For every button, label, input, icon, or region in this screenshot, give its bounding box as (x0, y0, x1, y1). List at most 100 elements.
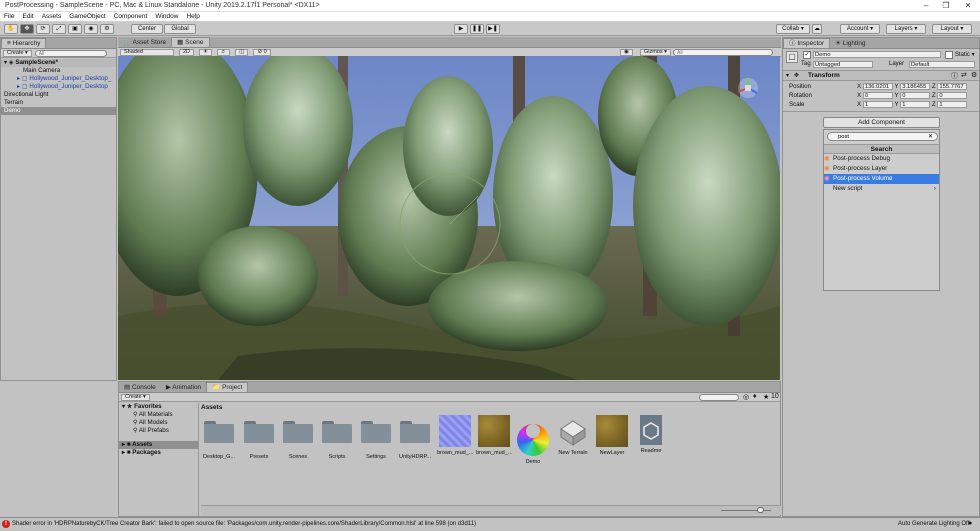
hierarchy-item-main-camera[interactable]: Main Camera (1, 67, 116, 75)
menu-help[interactable]: Help (182, 12, 203, 20)
asset-item[interactable]: Demo (515, 415, 551, 465)
transform-tool-icon[interactable]: ◉ (84, 24, 98, 34)
layer-dropdown[interactable]: Default (909, 61, 975, 68)
menu-edit[interactable]: Edit (18, 12, 37, 20)
expand-arrow-icon[interactable]: ▾ (786, 72, 789, 79)
hierarchy-create-button[interactable]: Create ▾ (3, 50, 32, 57)
gizmos-dropdown[interactable]: Gizmos ▾ (640, 49, 671, 56)
tab-lighting[interactable]: ☀ Lighting (830, 39, 870, 49)
expand-arrow-icon[interactable]: ▾ (4, 59, 7, 66)
scale-tool-icon[interactable]: ⤢ (52, 24, 66, 34)
hidden-packages-count[interactable]: 10 (771, 393, 779, 400)
scene-viewport[interactable] (118, 56, 780, 380)
hierarchy-item-terrain[interactable]: Terrain (1, 99, 116, 107)
step-button-icon[interactable]: ▶❚ (486, 24, 500, 34)
menu-file[interactable]: File (0, 12, 18, 20)
tab-inspector[interactable]: ⓘ Inspector (783, 38, 831, 48)
favorite-all-materials[interactable]: ⚲ All Materials (119, 411, 198, 419)
rotation-y-field[interactable]: 0 (900, 91, 931, 99)
tab-asset-store[interactable]: 🛒 Asset Store (118, 38, 171, 48)
favorite-star-icon[interactable]: ★ (763, 393, 769, 401)
menu-window[interactable]: Window (151, 12, 182, 20)
lighting-toggle-icon[interactable]: ☀ (198, 49, 212, 56)
object-name-field[interactable]: Demo (813, 51, 941, 58)
project-search-input[interactable] (699, 394, 739, 401)
scale-x-field[interactable]: 1 (862, 100, 893, 108)
result-new-script[interactable]: New script › (824, 184, 939, 194)
asset-item[interactable]: NewLayer (594, 415, 630, 456)
position-z-field[interactable]: 155.7767 (937, 82, 968, 90)
account-dropdown[interactable]: Account ▾ (840, 24, 880, 34)
minimize-button[interactable]: – (916, 0, 936, 12)
help-icon[interactable]: ⓘ (951, 71, 958, 81)
asset-item[interactable]: Readme (633, 415, 669, 454)
tab-hierarchy[interactable]: ≡ Hierarchy (1, 38, 47, 48)
menu-gameobject[interactable]: GameObject (65, 12, 110, 20)
position-x-field[interactable]: 136.0201 (862, 82, 893, 90)
maximize-button[interactable]: ❐ (936, 0, 956, 12)
asset-item[interactable]: Scripts (319, 415, 355, 460)
camera-settings-icon[interactable]: ◉ (620, 49, 633, 56)
preset-icon[interactable]: ⇄ (961, 71, 967, 79)
layout-dropdown[interactable]: Layout ▾ (932, 24, 972, 34)
rotation-x-field[interactable]: 0 (862, 91, 893, 99)
active-checkbox[interactable]: ✓ (803, 51, 811, 59)
hierarchy-item-demo[interactable]: Demo (1, 107, 116, 115)
asset-item[interactable]: Scenes (280, 415, 316, 460)
layers-dropdown[interactable]: Layers ▾ (886, 24, 926, 34)
pivot-toggle[interactable]: Center (131, 24, 163, 34)
add-component-button[interactable]: Add Component (823, 117, 940, 128)
tree-packages[interactable]: ▸ ■ Packages (119, 449, 198, 457)
asset-item[interactable]: brown_mud_... (437, 415, 473, 456)
result-post-process-volume[interactable]: ◉ Post-process Volume (824, 174, 939, 184)
static-dropdown[interactable]: Static ▾ (955, 51, 975, 58)
transform-header[interactable]: ▾ ✥ Transform ⓘ ⇄ ⚙ (783, 71, 979, 81)
tag-dropdown[interactable]: Untagged (813, 61, 873, 68)
result-post-process-debug[interactable]: ◉ Post-process Debug (824, 154, 939, 164)
effects-toggle-icon[interactable]: ◫ (235, 49, 249, 56)
favorite-all-prefabs[interactable]: ⚲ All Prefabs (119, 427, 198, 435)
tab-console[interactable]: ▤ Console (119, 383, 161, 393)
favorite-all-models[interactable]: ⚲ All Models (119, 419, 198, 427)
hand-tool-icon[interactable]: ✋ (4, 24, 18, 34)
status-bar[interactable]: ! Shader error in 'HDRPNaturebyCK/Tree C… (0, 517, 980, 531)
menu-assets[interactable]: Assets (38, 12, 66, 20)
asset-item[interactable]: Settings (358, 415, 394, 460)
assets-breadcrumb[interactable]: Assets (200, 403, 780, 413)
mode-2d-toggle[interactable]: 2D (178, 49, 194, 56)
scale-y-field[interactable]: 1 (900, 100, 931, 108)
component-search-input[interactable] (827, 132, 938, 141)
result-post-process-layer[interactable]: ◉ Post-process Layer (824, 164, 939, 174)
hierarchy-item-juniper-1[interactable]: ▸ ▢ Hollywood_Juniper_Desktop_ (1, 75, 116, 83)
tab-project[interactable]: 📁 Project (206, 382, 249, 392)
position-y-field[interactable]: 3.186455 (900, 82, 931, 90)
space-toggle[interactable]: Global (164, 24, 196, 34)
component-settings-icon[interactable]: ⚙ (971, 71, 977, 79)
asset-item[interactable]: Desktop_G... (201, 415, 237, 460)
pause-button-icon[interactable]: ❚❚ (470, 24, 484, 34)
static-checkbox[interactable] (945, 51, 953, 59)
scene-row[interactable]: ▾ ◈ SampleScene* (1, 59, 116, 67)
shading-dropdown[interactable]: Shaded (120, 49, 174, 56)
tab-scene[interactable]: ▦ Scene (171, 37, 210, 47)
tab-animation[interactable]: ▶ Animation (161, 383, 206, 393)
cloud-icon[interactable]: ☁ (812, 24, 822, 34)
filter-by-type-icon[interactable]: ◎ (743, 393, 749, 401)
asset-item[interactable]: brown_mud_... (476, 415, 512, 456)
audio-toggle-icon[interactable]: ♬ (216, 49, 231, 56)
asset-item[interactable]: New Terrain (555, 415, 591, 456)
asset-item[interactable]: Presets (241, 415, 277, 460)
clear-search-icon[interactable]: ✕ (928, 133, 933, 140)
project-create-button[interactable]: Create ▾ (121, 394, 150, 401)
close-button[interactable]: ✕ (958, 0, 978, 12)
scale-z-field[interactable]: 1 (937, 100, 968, 108)
hierarchy-item-juniper-2[interactable]: ▸ ▢ Hollywood_Juniper_Desktop (1, 83, 116, 91)
favorites-node[interactable]: ▾ ★ Favorites (119, 403, 198, 411)
collab-button[interactable]: Collab ▾ (776, 24, 810, 34)
error-message[interactable]: Shader error in 'HDRPNaturebyCK/Tree Cre… (12, 521, 476, 527)
filter-by-label-icon[interactable]: ♦ (753, 393, 757, 400)
menu-component[interactable]: Component (110, 12, 152, 20)
hierarchy-item-directional-light[interactable]: Directional Light (1, 91, 116, 99)
rotation-z-field[interactable]: 0 (937, 91, 968, 99)
asset-item[interactable]: UnityHDRP... (397, 415, 433, 460)
